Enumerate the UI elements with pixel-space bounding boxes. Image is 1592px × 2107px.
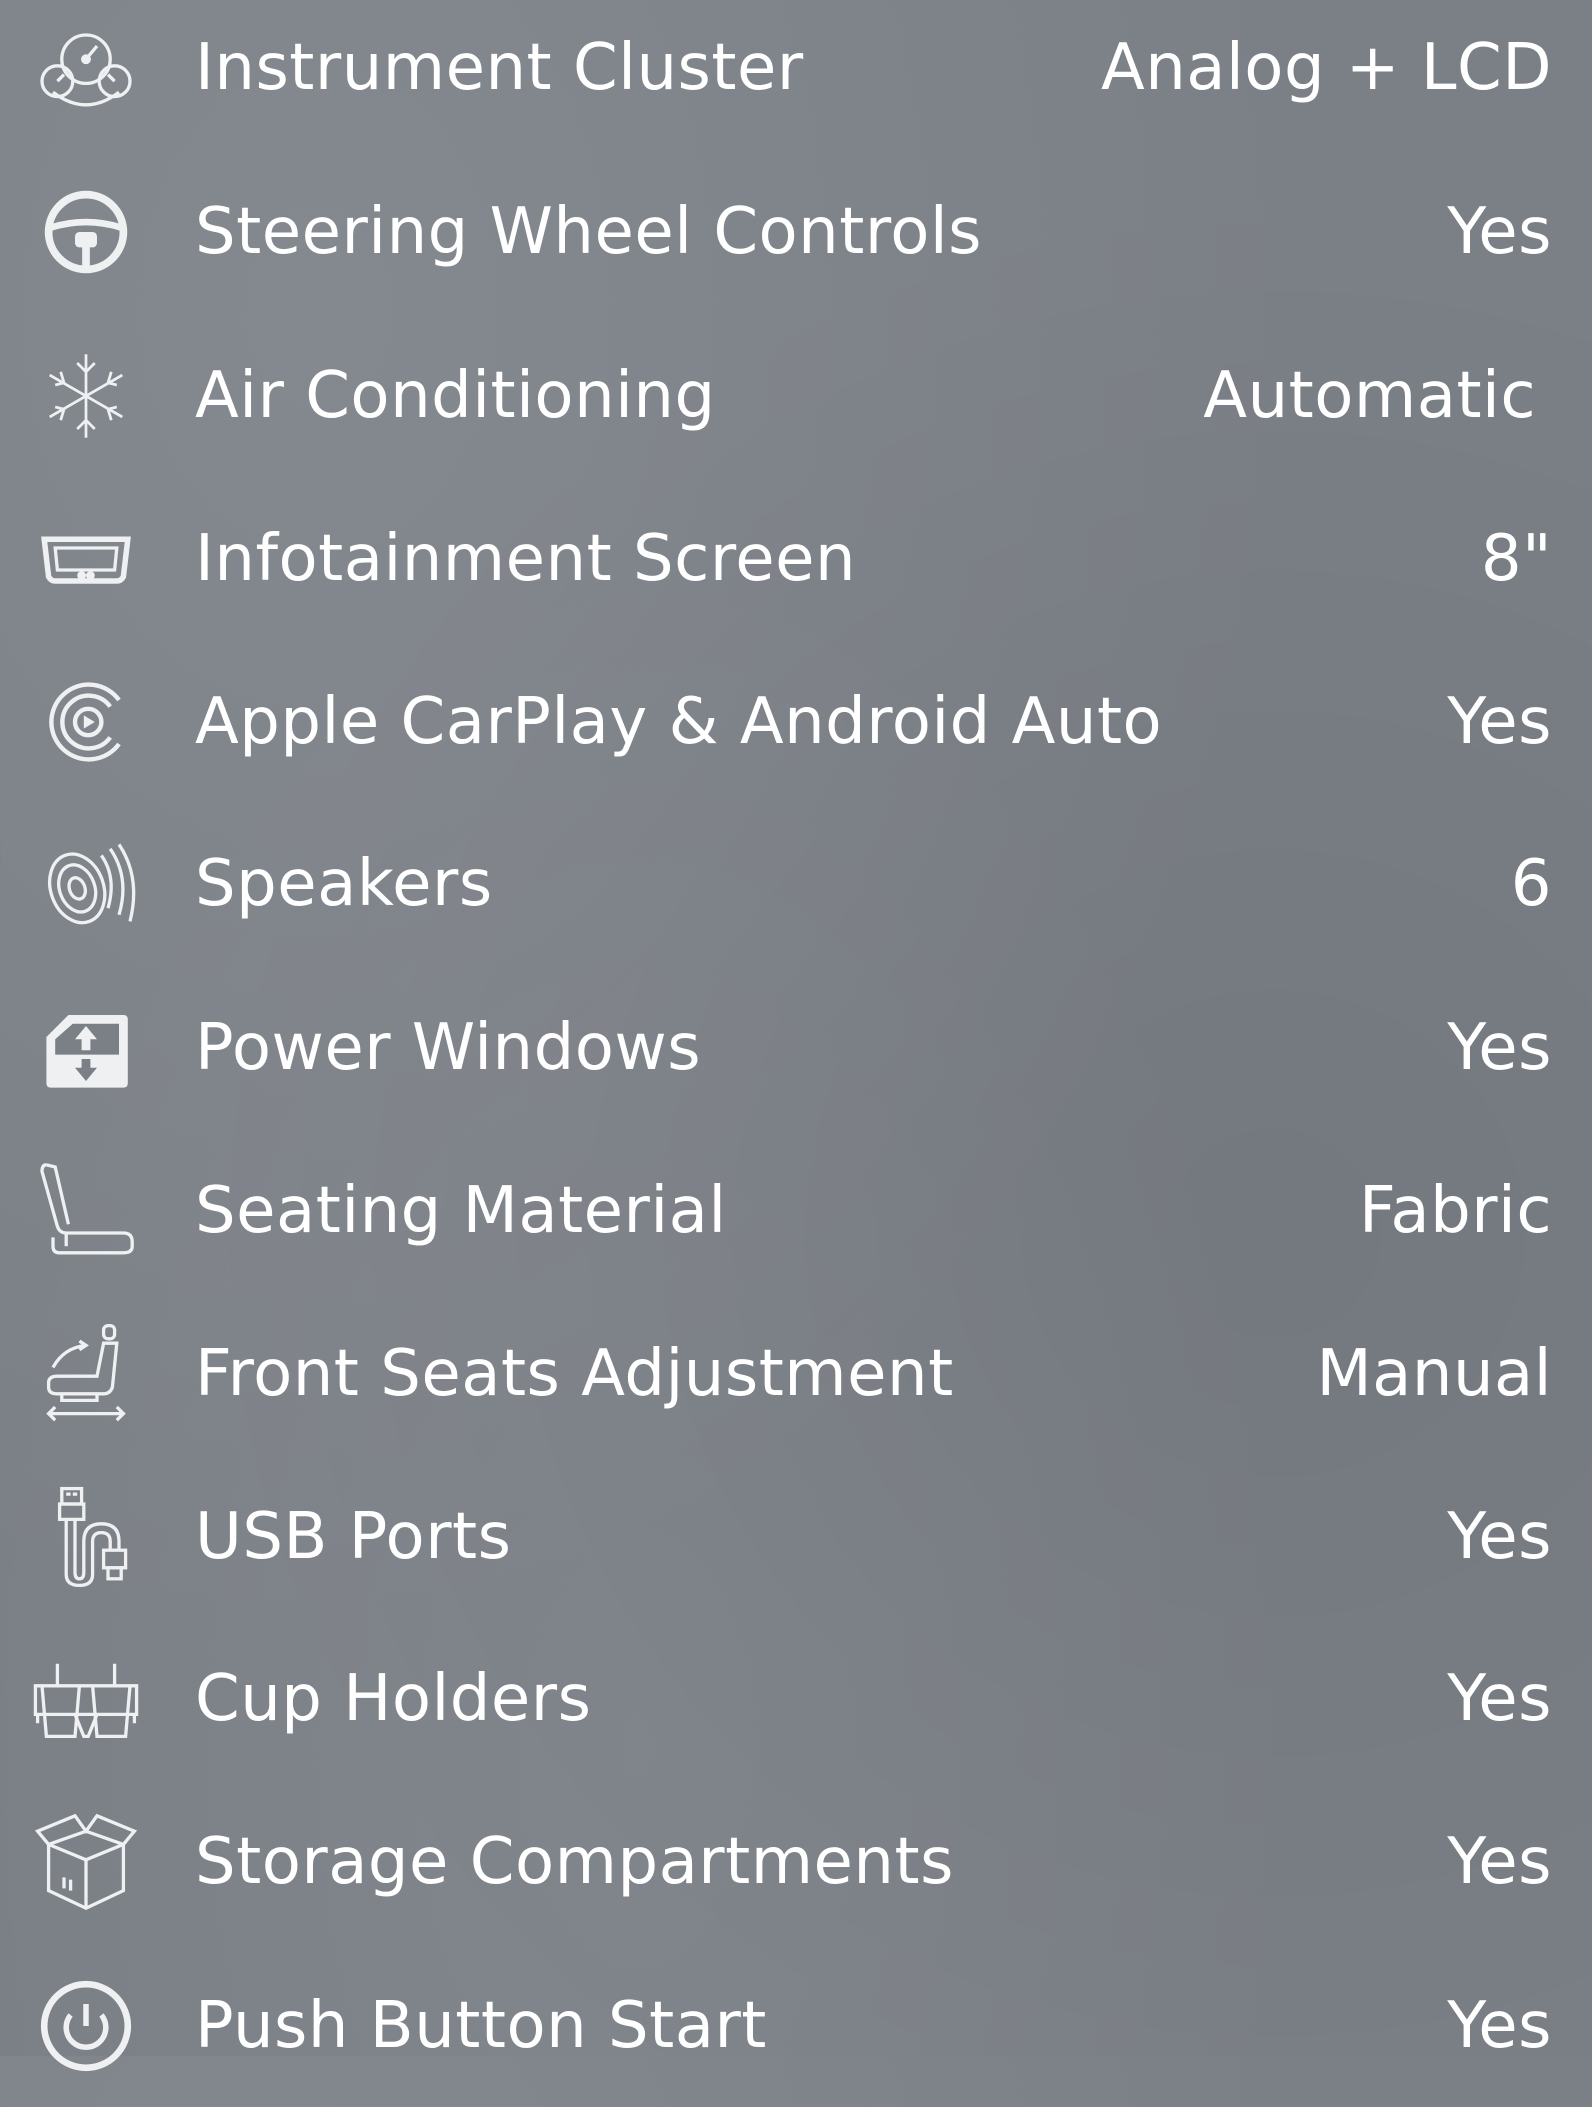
speaker-icon <box>26 824 146 944</box>
feature-label: Instrument Cluster <box>195 30 804 105</box>
feature-label: Speakers <box>195 846 493 921</box>
feature-value: Analog + LCD <box>1100 30 1552 105</box>
feature-label: Steering Wheel Controls <box>195 194 982 269</box>
feature-row-steering-wheel: Steering Wheel Controls Yes <box>0 150 1592 313</box>
feature-label: Air Conditioning <box>195 358 716 433</box>
feature-value: 8" <box>1480 521 1552 596</box>
feature-value: Yes <box>1447 1824 1552 1899</box>
feature-label: Seating Material <box>195 1173 727 1248</box>
feature-value: 6 <box>1510 846 1552 921</box>
power-button-icon <box>26 1966 146 2086</box>
feature-row-storage-compartments: Storage Compartments Yes <box>0 1780 1592 1943</box>
feature-label: Front Seats Adjustment <box>195 1336 954 1411</box>
feature-value: Yes <box>1447 1499 1552 1574</box>
cup-holder-icon <box>26 1639 146 1759</box>
feature-value: Yes <box>1447 684 1552 759</box>
feature-label: USB Ports <box>195 1499 512 1574</box>
feature-label: Cup Holders <box>195 1661 592 1736</box>
feature-row-carplay: Apple CarPlay & Android Auto Yes <box>0 640 1592 803</box>
usb-icon <box>26 1477 146 1597</box>
feature-label: Push Button Start <box>195 1988 767 2063</box>
feature-row-cup-holders: Cup Holders Yes <box>0 1617 1592 1780</box>
feature-label: Apple CarPlay & Android Auto <box>195 684 1163 759</box>
feature-value: Automatic <box>1203 358 1536 433</box>
feature-row-usb-ports: USB Ports Yes <box>0 1455 1592 1618</box>
steering-wheel-icon <box>26 172 146 292</box>
feature-label: Power Windows <box>195 1010 702 1085</box>
carplay-icon <box>26 662 146 782</box>
feature-row-speakers: Speakers 6 <box>0 802 1592 965</box>
feature-label: Infotainment Screen <box>195 521 857 596</box>
feature-value: Fabric <box>1358 1173 1552 1248</box>
feature-row-seating-material: Seating Material Fabric <box>0 1129 1592 1292</box>
feature-row-power-windows: Power Windows Yes <box>0 966 1592 1129</box>
snowflake-icon <box>26 336 146 456</box>
feature-row-push-button-start: Push Button Start Yes <box>0 1944 1592 2107</box>
feature-value: Yes <box>1447 1988 1552 2063</box>
feature-value: Yes <box>1447 1661 1552 1736</box>
instrument-cluster-icon <box>26 8 146 128</box>
feature-value: Manual <box>1316 1336 1552 1411</box>
seat-adjust-icon <box>26 1314 146 1434</box>
feature-row-infotainment-screen: Infotainment Screen 8" <box>0 477 1592 640</box>
feature-row-air-conditioning: Air Conditioning Automatic <box>0 314 1592 477</box>
seat-icon <box>26 1151 146 1271</box>
storage-box-icon <box>26 1802 146 1922</box>
feature-value: Yes <box>1447 1010 1552 1085</box>
feature-value: Yes <box>1447 194 1552 269</box>
feature-row-instrument-cluster: Instrument Cluster Analog + LCD <box>0 0 1592 149</box>
screen-icon <box>26 499 146 619</box>
feature-label: Storage Compartments <box>195 1824 954 1899</box>
power-window-icon <box>26 988 146 1108</box>
feature-row-front-seats-adjustment: Front Seats Adjustment Manual <box>0 1292 1592 1455</box>
